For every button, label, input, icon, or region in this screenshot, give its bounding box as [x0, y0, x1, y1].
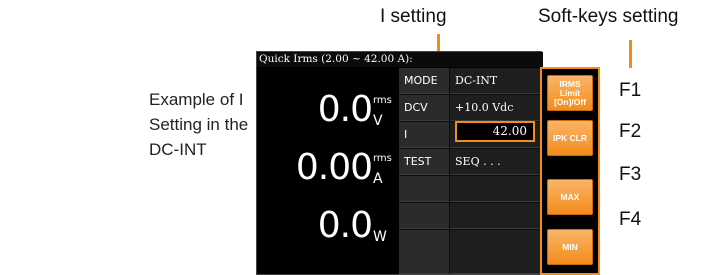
current-superscript: rms — [373, 153, 392, 164]
empty-key-3 — [399, 230, 449, 274]
test-value[interactable]: SEQ . . . — [450, 149, 541, 175]
screen-title: Quick Irms (2.00 ~ 42.00 A): — [257, 52, 543, 67]
softkeys-setting-label: Soft-keys setting — [538, 6, 679, 27]
fkey-f2: F2 — [619, 121, 642, 142]
softkeys-panel: IRMS Limit [On]/Off IPK CLR MAX MIN — [540, 67, 600, 275]
voltage-superscript: rms — [373, 95, 392, 106]
power-value: 0.0 — [317, 205, 373, 246]
mode-value[interactable]: DC-INT — [450, 68, 541, 94]
dcv-key: DCV — [399, 95, 449, 121]
empty-value-1 — [450, 176, 541, 202]
power-reading: 0.0 W — [317, 184, 395, 246]
caption-line-3: DC-INT — [149, 140, 207, 159]
softkey-min[interactable]: MIN — [547, 229, 593, 265]
current-value: 0.00 — [295, 147, 373, 188]
settings-table: MODE DC-INT DCV +10.0 Vdc I TEST SEQ . .… — [399, 68, 541, 274]
caption: Example of I Setting in the DC-INT — [149, 87, 249, 162]
voltage-value: 0.0 — [317, 89, 373, 130]
mode-key: MODE — [399, 68, 449, 94]
softkey-ipk-clr[interactable]: IPK CLR — [547, 120, 593, 156]
fkey-f4: F4 — [619, 209, 642, 230]
caption-line-1: Example of I — [149, 90, 244, 109]
softkey-irms-limit[interactable]: IRMS Limit [On]/Off — [547, 75, 593, 111]
empty-value-2 — [450, 203, 541, 229]
empty-key-2 — [399, 203, 449, 229]
empty-value-3 — [450, 230, 541, 274]
softkey-max[interactable]: MAX — [547, 179, 593, 215]
i-setting-input[interactable]: 42.00 — [455, 121, 535, 142]
caption-line-2: Setting in the — [149, 115, 249, 134]
instrument-screen: Quick Irms (2.00 ~ 42.00 A): 0.0 rms V 0… — [256, 51, 543, 275]
power-unit: W — [373, 229, 387, 245]
empty-key-1 — [399, 176, 449, 202]
i-key: I — [399, 122, 449, 148]
fkey-f1: F1 — [619, 80, 642, 101]
measurement-panel: 0.0 rms V 0.00 rms A 0.0 W — [257, 68, 399, 274]
current-reading: 0.00 rms A — [295, 126, 395, 188]
i-setting-label: I setting — [380, 6, 447, 27]
test-key: TEST — [399, 149, 449, 175]
dcv-value[interactable]: +10.0 Vdc — [450, 95, 541, 121]
softkeys-callout-line — [629, 40, 632, 68]
fkey-f3: F3 — [619, 164, 642, 185]
voltage-reading: 0.0 rms V — [317, 68, 395, 130]
